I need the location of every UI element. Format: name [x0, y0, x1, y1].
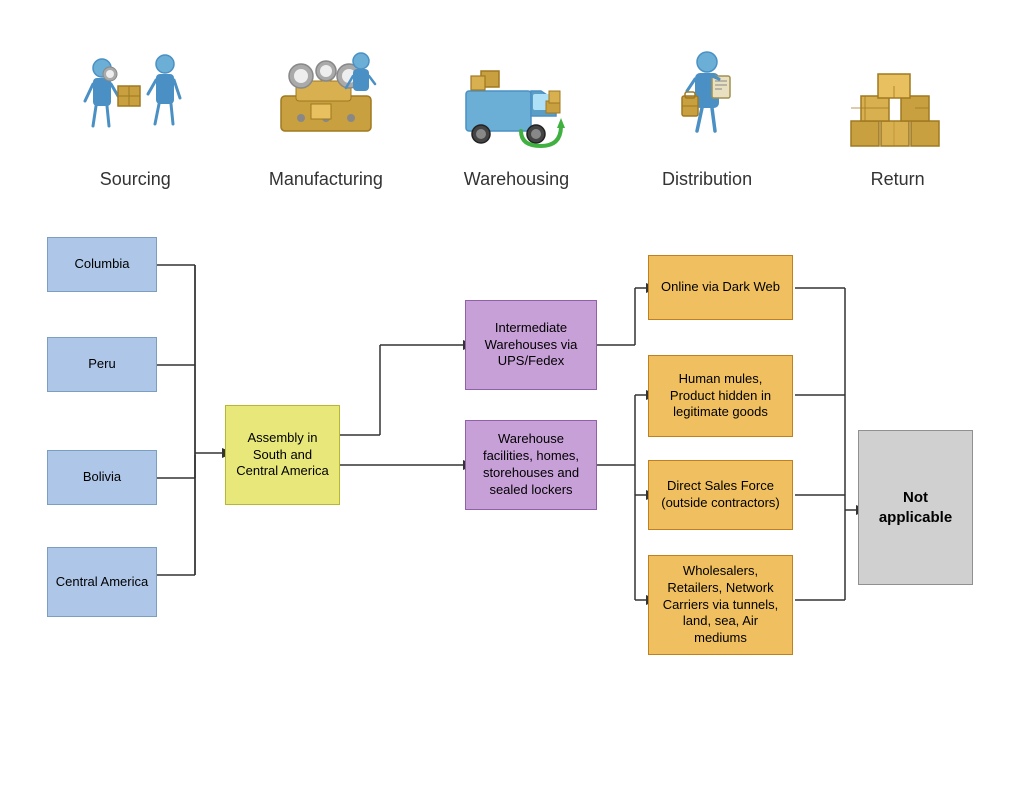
icon-return: Return — [818, 41, 978, 190]
icon-sourcing: Sourcing — [55, 41, 215, 190]
box-human-mules: Human mules, Product hidden in legitimat… — [648, 355, 793, 437]
box-online-dark-web: Online via Dark Web — [648, 255, 793, 320]
box-central-america: Central America — [47, 547, 157, 617]
distribution-label: Distribution — [662, 169, 752, 190]
box-columbia: Columbia — [47, 237, 157, 292]
icon-manufacturing: Manufacturing — [246, 41, 406, 190]
box-wholesalers: Wholesalers, Retailers, Network Carriers… — [648, 555, 793, 655]
box-intermediate-warehouse: Intermediate Warehouses via UPS/Fedex — [465, 300, 597, 390]
box-not-applicable: Not applicable — [858, 430, 973, 585]
box-warehouse-facilities: Warehouse facilities, homes, storehouses… — [465, 420, 597, 510]
warehousing-label: Warehousing — [464, 169, 569, 190]
box-peru: Peru — [47, 337, 157, 392]
icon-warehousing: Warehousing — [436, 41, 596, 190]
icons-row: Sourcing — [0, 0, 1033, 200]
icon-distribution: Distribution — [627, 41, 787, 190]
box-direct-sales: Direct Sales Force (outside contractors) — [648, 460, 793, 530]
box-assembly: Assembly in South and Central America — [225, 405, 340, 505]
box-bolivia: Bolivia — [47, 450, 157, 505]
manufacturing-label: Manufacturing — [269, 169, 383, 190]
return-label: Return — [871, 169, 925, 190]
diagram: Columbia Peru Bolivia Central America As… — [0, 200, 1033, 791]
sourcing-label: Sourcing — [100, 169, 171, 190]
